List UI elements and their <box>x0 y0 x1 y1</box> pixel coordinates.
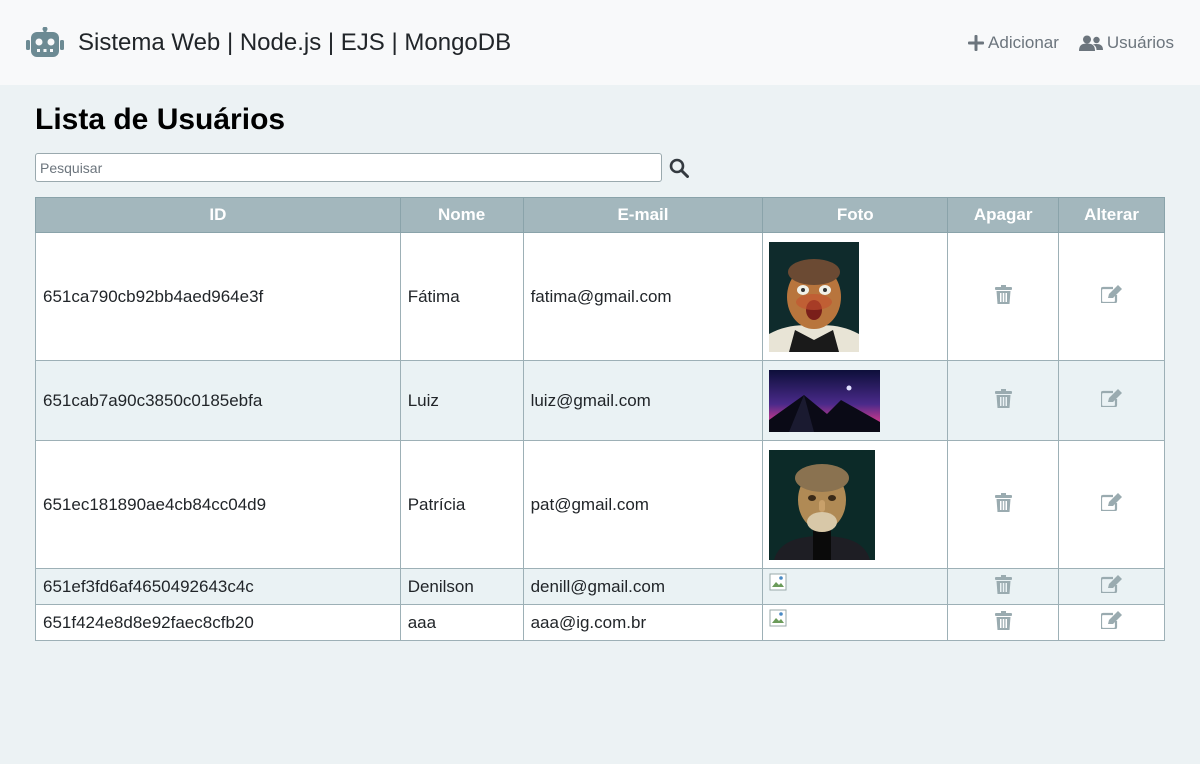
table-row: 651ca790cb92bb4aed964e3f Fátima fatima@g… <box>35 232 1165 361</box>
cell-apagar <box>947 568 1060 605</box>
search-icon <box>669 158 689 178</box>
search-input[interactable] <box>35 153 662 182</box>
cell-nome: Denilson <box>399 568 524 605</box>
trash-icon <box>994 388 1012 408</box>
broken-image-icon <box>769 609 787 627</box>
cell-alterar <box>1058 232 1165 361</box>
cell-nome: Luiz <box>399 360 524 441</box>
user-photo <box>769 369 881 432</box>
edit-icon <box>1099 493 1123 513</box>
trash-icon <box>994 610 1012 630</box>
delete-button[interactable] <box>994 388 1012 413</box>
edit-icon <box>1099 285 1123 305</box>
column-header-nome: Nome <box>399 197 524 233</box>
edit-button[interactable] <box>1099 575 1123 598</box>
nav-add-label: Adicionar <box>988 32 1059 52</box>
delete-button[interactable] <box>994 492 1012 517</box>
edit-icon <box>1099 389 1123 409</box>
cell-nome: Fátima <box>399 232 524 361</box>
cell-foto <box>762 440 949 569</box>
cell-email: fatima@gmail.com <box>522 232 764 361</box>
cell-foto <box>762 360 949 441</box>
delete-button[interactable] <box>994 610 1012 635</box>
table-row: 651ef3fd6af4650492643c4c Denilson denill… <box>35 568 1165 605</box>
column-header-foto: Foto <box>762 197 949 233</box>
cell-alterar <box>1058 568 1165 605</box>
plus-icon <box>968 34 985 51</box>
cell-id: 651ca790cb92bb4aed964e3f <box>35 232 401 361</box>
users-table: ID Nome E-mail Foto Apagar Alterar 651ca… <box>35 197 1165 641</box>
navbar: Sistema Web | Node.js | EJS | MongoDB Ad… <box>0 0 1200 85</box>
delete-button[interactable] <box>994 574 1012 599</box>
cell-apagar <box>947 232 1060 361</box>
cell-email: luiz@gmail.com <box>522 360 764 441</box>
cell-alterar <box>1058 604 1165 641</box>
user-photo <box>769 241 860 352</box>
nav-users-label: Usuários <box>1106 32 1174 52</box>
app-title: Sistema Web | Node.js | EJS | MongoDB <box>78 28 512 56</box>
cell-apagar <box>947 360 1060 441</box>
nav-add-link[interactable]: Adicionar <box>968 33 1059 53</box>
trash-icon <box>994 284 1012 304</box>
table-row: 651f424e8d8e92faec8cfb20 aaa aaa@ig.com.… <box>35 604 1165 641</box>
robot-icon <box>26 26 64 59</box>
cell-foto <box>762 604 949 641</box>
edit-button[interactable] <box>1099 389 1123 412</box>
cell-nome: Patrícia <box>399 440 524 569</box>
column-header-id: ID <box>35 197 401 233</box>
broken-image-icon <box>769 573 787 591</box>
cell-id: 651ef3fd6af4650492643c4c <box>35 568 401 605</box>
search-button[interactable] <box>662 153 696 182</box>
edit-icon <box>1099 575 1123 595</box>
cell-foto <box>762 568 949 605</box>
edit-icon <box>1099 611 1123 631</box>
column-header-alterar: Alterar <box>1058 197 1165 233</box>
brand[interactable]: Sistema Web | Node.js | EJS | MongoDB <box>26 26 512 59</box>
column-header-email: E-mail <box>522 197 764 233</box>
main-content: Lista de Usuários ID Nome E-mail Foto Ap… <box>0 103 1200 641</box>
table-header-row: ID Nome E-mail Foto Apagar Alterar <box>35 197 1165 233</box>
cell-email: denill@gmail.com <box>522 568 764 605</box>
table-row: 651cab7a90c3850c0185ebfa Luiz luiz@gmail… <box>35 360 1165 441</box>
edit-button[interactable] <box>1099 611 1123 634</box>
cell-foto <box>762 232 949 361</box>
column-header-apagar: Apagar <box>947 197 1060 233</box>
cell-id: 651f424e8d8e92faec8cfb20 <box>35 604 401 641</box>
cell-id: 651ec181890ae4cb84cc04d9 <box>35 440 401 569</box>
page-title: Lista de Usuários <box>35 103 286 136</box>
trash-icon <box>994 492 1012 512</box>
table-row: 651ec181890ae4cb84cc04d9 Patrícia pat@gm… <box>35 440 1165 569</box>
edit-button[interactable] <box>1099 285 1123 308</box>
cell-email: aaa@ig.com.br <box>522 604 764 641</box>
cell-apagar <box>947 440 1060 569</box>
cell-nome: aaa <box>399 604 524 641</box>
cell-email: pat@gmail.com <box>522 440 764 569</box>
cell-id: 651cab7a90c3850c0185ebfa <box>35 360 401 441</box>
delete-button[interactable] <box>994 284 1012 309</box>
cell-apagar <box>947 604 1060 641</box>
cell-alterar <box>1058 360 1165 441</box>
nav-links: Adicionar Usuários <box>948 33 1174 53</box>
edit-button[interactable] <box>1099 493 1123 516</box>
nav-users-link[interactable]: Usuários <box>1078 32 1174 53</box>
user-photo <box>769 449 876 560</box>
search-bar <box>35 153 1165 182</box>
cell-alterar <box>1058 440 1165 569</box>
users-icon <box>1078 35 1103 51</box>
trash-icon <box>994 574 1012 594</box>
